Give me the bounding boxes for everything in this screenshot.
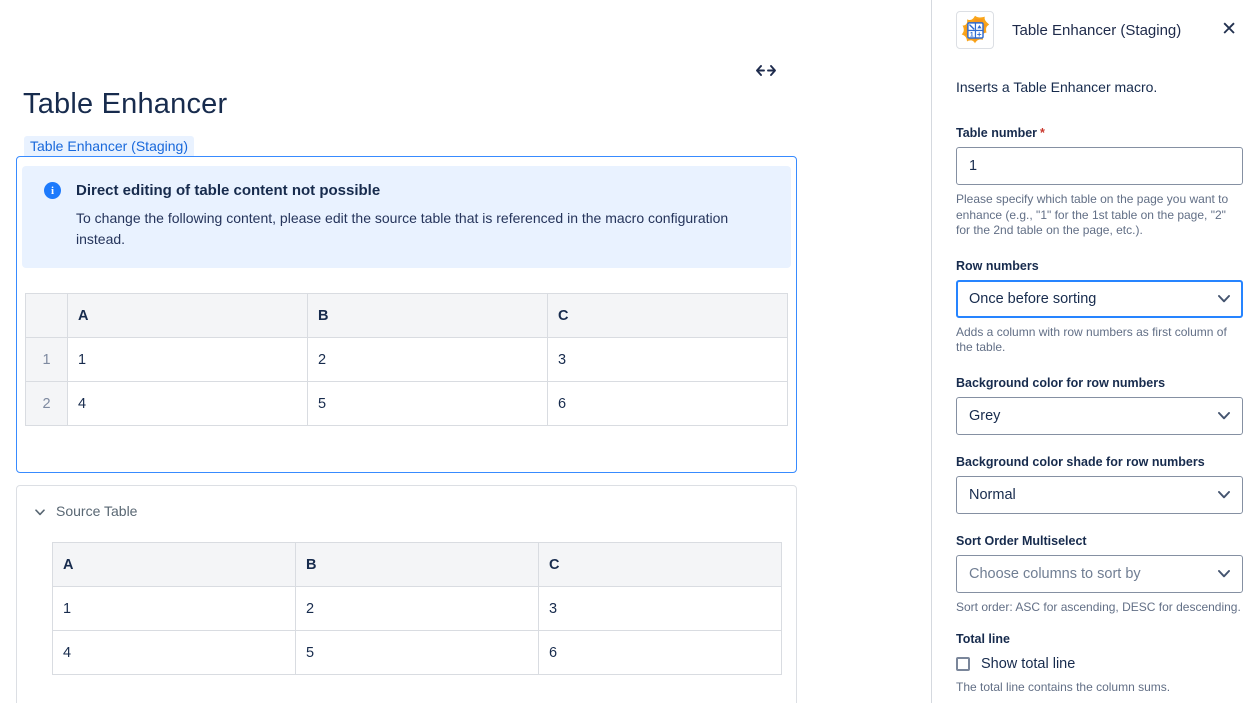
selected-macro-frame[interactable]: i Direct editing of table content not po… — [16, 156, 797, 473]
info-panel-title: Direct editing of table content not poss… — [76, 182, 771, 199]
row-number-cell: 1 — [26, 338, 68, 382]
field-label: Total line — [956, 632, 1243, 647]
field-label: Row numbers — [956, 259, 1243, 274]
config-panel-header: 1 + Table Enhancer (Staging) ✕ — [956, 11, 1243, 49]
macro-config-panel: 1 + Table Enhancer (Staging) ✕ Inserts a… — [931, 0, 1253, 703]
info-icon: i — [44, 182, 61, 199]
page-title[interactable]: Table Enhancer — [23, 84, 931, 124]
chevron-down-icon — [35, 503, 45, 519]
chevron-down-icon — [1218, 487, 1230, 503]
source-table-toggle[interactable]: Source Table — [35, 503, 137, 519]
required-asterisk: * — [1040, 126, 1045, 140]
table-cell: 2 — [296, 587, 539, 631]
table-number-input[interactable] — [956, 147, 1243, 185]
field-table-number: Table number* Please specify which table… — [956, 126, 1243, 239]
column-header: C — [539, 543, 782, 587]
close-icon[interactable]: ✕ — [1217, 20, 1241, 41]
source-table-header-row: A B C — [53, 543, 782, 587]
macro-editor-app: Table Enhancer Table Enhancer (Staging) … — [0, 0, 1253, 703]
enhanced-table-header-row: A B C — [26, 294, 788, 338]
field-help-text: Sort order: ASC for ascending, DESC for … — [956, 600, 1243, 616]
table-cell: 5 — [296, 631, 539, 675]
svg-text:1: 1 — [970, 32, 974, 39]
column-header: A — [68, 294, 308, 338]
table-enhancer-macro-icon: 1 + — [956, 11, 994, 49]
field-bg-shade: Background color shade for row numbers N… — [956, 455, 1243, 514]
macro-name-chip[interactable]: Table Enhancer (Staging) — [24, 136, 194, 156]
selected-option-label: Grey — [969, 408, 1000, 424]
svg-text:+: + — [977, 30, 982, 39]
field-help-text: The total line contains the column sums. — [956, 680, 1243, 696]
bg-color-select[interactable]: Grey — [956, 397, 1243, 435]
row-numbers-select[interactable]: Once before sorting — [956, 280, 1243, 318]
row-number-cell: 2 — [26, 382, 68, 426]
source-table[interactable]: A B C 1 2 3 4 5 6 — [52, 542, 782, 675]
table-cell: 6 — [539, 631, 782, 675]
table-cell: 6 — [548, 382, 788, 426]
selected-option-label: Normal — [969, 487, 1016, 503]
chevron-down-icon — [1218, 566, 1230, 582]
chevron-down-icon — [1218, 408, 1230, 424]
column-header: B — [308, 294, 548, 338]
bg-shade-select[interactable]: Normal — [956, 476, 1243, 514]
field-row-numbers: Row numbers Once before sorting Adds a c… — [956, 259, 1243, 356]
source-table-label: Source Table — [56, 503, 137, 519]
table-row: 4 5 6 — [53, 631, 782, 675]
info-panel-body: To change the following content, please … — [76, 208, 771, 250]
field-label: Background color shade for row numbers — [956, 455, 1243, 470]
column-header: A — [53, 543, 296, 587]
field-label: Sort Order Multiselect — [956, 534, 1243, 549]
config-panel-title: Table Enhancer (Staging) — [1012, 22, 1217, 39]
source-table-section: Source Table A B C 1 2 3 4 5 6 — [16, 485, 797, 703]
info-panel: i Direct editing of table content not po… — [22, 166, 791, 268]
macro-description: Inserts a Table Enhancer macro. — [956, 79, 1243, 96]
page-width-toggle-button[interactable] — [752, 62, 780, 84]
table-cell: 5 — [308, 382, 548, 426]
field-help-text: Adds a column with row numbers as first … — [956, 325, 1243, 356]
field-label: Background color for row numbers — [956, 376, 1243, 391]
info-panel-content: Direct editing of table content not poss… — [76, 180, 771, 250]
sort-order-multiselect[interactable]: Choose columns to sort by — [956, 555, 1243, 593]
field-sort-order: Sort Order Multiselect Choose columns to… — [956, 534, 1243, 616]
selected-option-label: Once before sorting — [969, 291, 1096, 307]
show-total-line-option[interactable]: Show total line — [956, 656, 1243, 672]
table-cell: 3 — [539, 587, 782, 631]
table-cell: 3 — [548, 338, 788, 382]
table-cell: 2 — [308, 338, 548, 382]
chevron-down-icon — [1218, 291, 1230, 307]
left-right-arrows-icon — [754, 64, 778, 81]
editor-canvas: Table Enhancer Table Enhancer (Staging) … — [0, 0, 931, 703]
checkbox-label: Show total line — [981, 656, 1075, 672]
field-bg-color: Background color for row numbers Grey — [956, 376, 1243, 435]
table-row: 2 4 5 6 — [26, 382, 788, 426]
table-row: 1 1 2 3 — [26, 338, 788, 382]
table-row: 1 2 3 — [53, 587, 782, 631]
field-label: Table number* — [956, 126, 1243, 141]
column-header: C — [548, 294, 788, 338]
table-cell: 4 — [53, 631, 296, 675]
field-help-text: Please specify which table on the page y… — [956, 192, 1243, 239]
column-header: B — [296, 543, 539, 587]
table-cell: 1 — [68, 338, 308, 382]
table-cell: 1 — [53, 587, 296, 631]
table-cell: 4 — [68, 382, 308, 426]
field-total-line: Total line Show total line The total lin… — [956, 632, 1243, 696]
enhanced-table: A B C 1 1 2 3 2 4 5 6 — [25, 293, 788, 426]
show-total-line-checkbox[interactable] — [956, 657, 970, 671]
row-number-header-cell — [26, 294, 68, 338]
select-placeholder: Choose columns to sort by — [969, 566, 1141, 582]
